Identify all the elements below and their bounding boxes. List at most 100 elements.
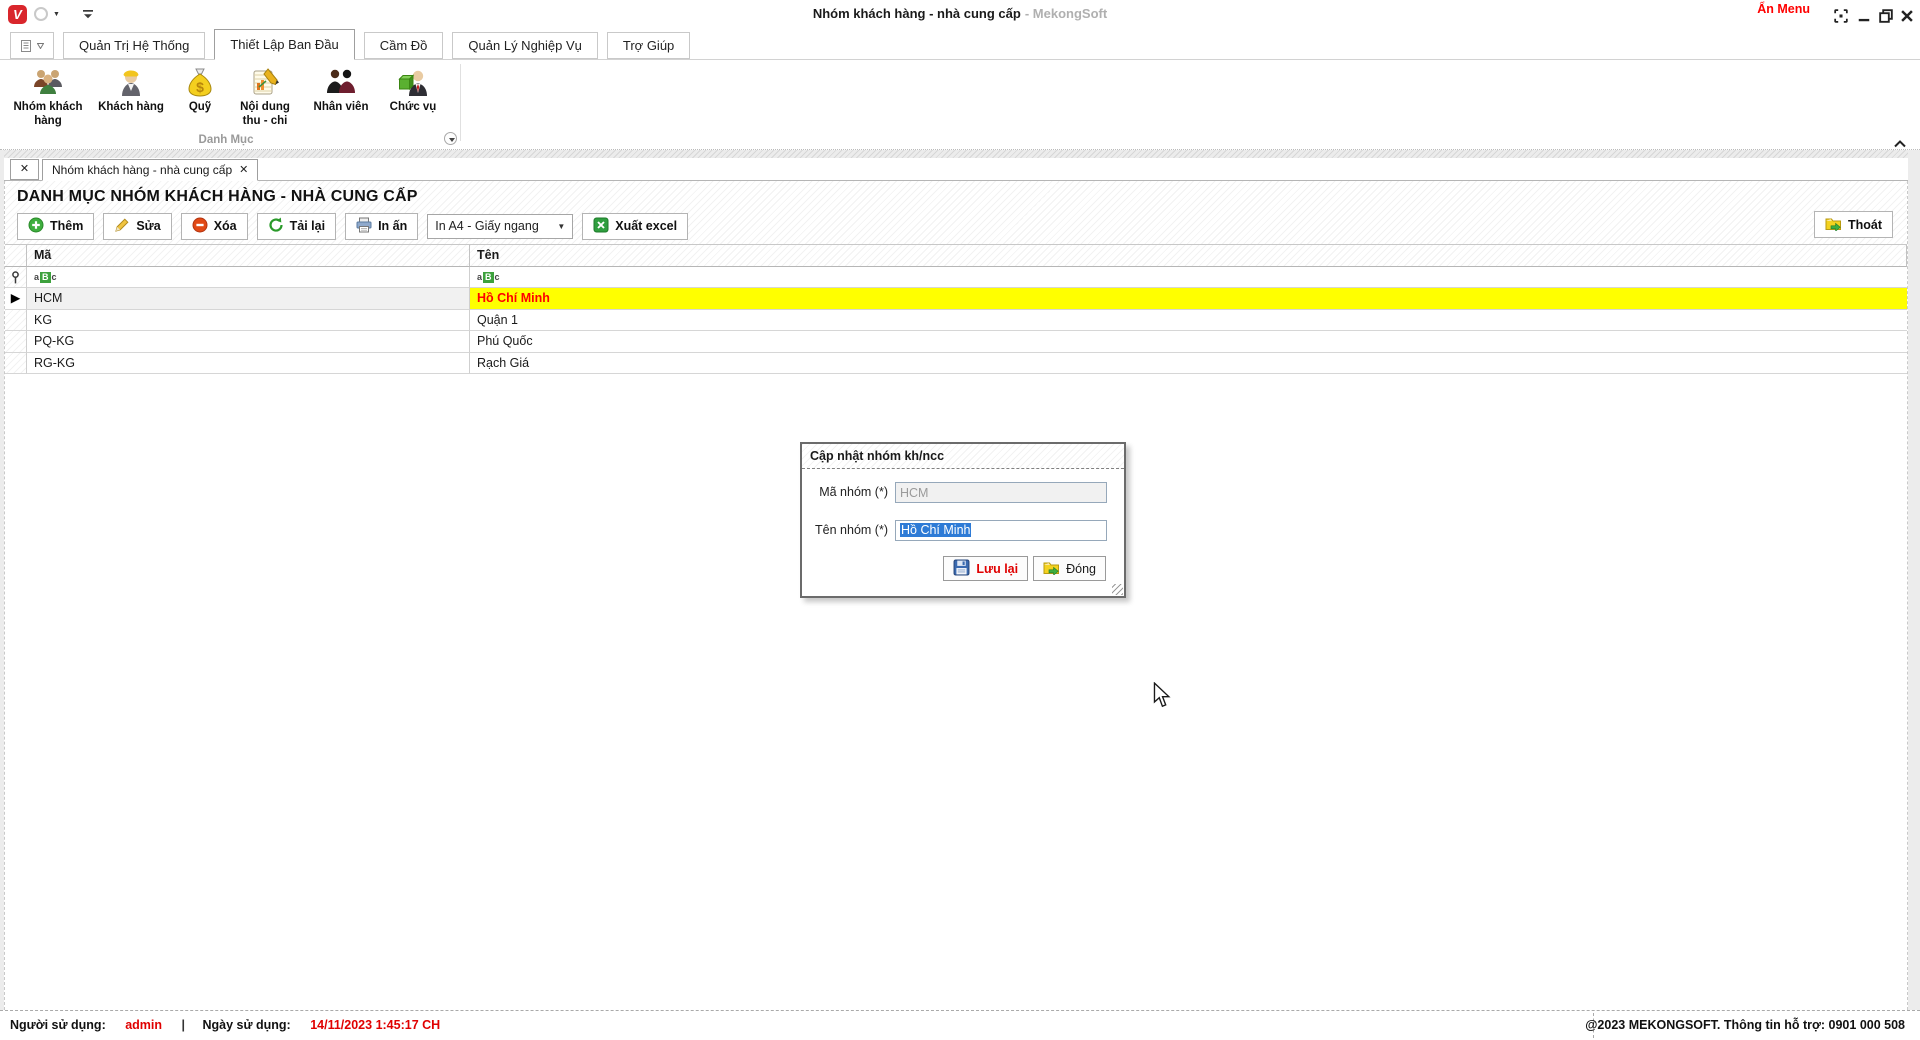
table-row[interactable]: PQ-KG Phú Quốc <box>5 331 1907 353</box>
document-area-top-strip <box>4 150 1908 158</box>
ribbon-item-nhom-khach-hang[interactable]: Nhóm khách hàng <box>6 64 90 130</box>
cell-ten[interactable]: Phú Quốc <box>470 331 1907 353</box>
dialog-title: Cập nhật nhóm kh/ncc <box>802 444 1124 469</box>
staff-icon <box>325 66 357 98</box>
table-row[interactable]: KG Quận 1 <box>5 309 1907 331</box>
customer-icon <box>115 66 147 98</box>
reload-button[interactable]: Tải lại <box>256 212 337 240</box>
folder-arrow-icon <box>1825 216 1842 234</box>
user-label: Người sử dụng: <box>10 1018 106 1032</box>
data-grid: Mã Tên aBc aBc ▶ HCM Hồ Chí Minh KG Quận… <box>5 244 1907 374</box>
ribbon-item-noi-dung-thu-chi[interactable]: Nội dung thu - chi <box>228 64 302 130</box>
ribbon-tab-bar: Quản Trị Hệ Thống Thiết Lập Ban Đầu Cầm … <box>0 28 1920 60</box>
cell-ma[interactable]: HCM <box>27 288 470 310</box>
print-button[interactable]: In ấn <box>345 212 419 240</box>
export-excel-button[interactable]: Xuất excel <box>582 212 689 240</box>
close-icon[interactable]: ✕ <box>20 164 29 175</box>
print-mode-select[interactable]: In A4 - Giấy ngang ▼ <box>427 213 574 239</box>
notepad-icon <box>249 66 281 98</box>
edit-button[interactable]: Sửa <box>103 212 172 240</box>
tab-cam-do[interactable]: Cầm Đồ <box>363 32 444 59</box>
fullscreen-button[interactable] <box>1834 9 1850 25</box>
ribbon-group-label: Danh Mục <box>198 134 254 146</box>
excel-icon <box>593 217 609 236</box>
code-field-label: Mã nhóm (*) <box>819 485 888 499</box>
document-tab-label: Nhóm khách hàng - nhà cung cấp <box>52 163 233 177</box>
printer-icon <box>356 217 372 236</box>
ribbon-item-nhan-vien[interactable]: Nhân viên <box>302 64 380 117</box>
money-bag-icon: $ <box>184 66 216 98</box>
restore-button[interactable] <box>1879 9 1895 25</box>
document-tab-bar: ✕ Nhóm khách hàng - nhà cung cấp ✕ <box>4 158 1908 181</box>
filter-input-ten[interactable]: aBc <box>470 267 1907 288</box>
pencil-icon <box>114 217 130 236</box>
ribbon-group-danh-muc: Nhóm khách hàng Khách hàng $ Quỹ Nội dun… <box>0 60 460 149</box>
ribbon-body: Nhóm khách hàng Khách hàng $ Quỹ Nội dun… <box>0 60 1920 150</box>
minimize-button[interactable] <box>1857 9 1873 25</box>
ribbon-item-chuc-vu[interactable]: Chức vụ <box>380 64 446 117</box>
user-value: admin <box>125 1018 163 1032</box>
copyright-text: @2023 MEKONGSOFT. Thông tin hỗ trợ: 0901… <box>1585 1018 1905 1032</box>
window-title: Nhóm khách hàng - nhà cung cấp - MekongSo… <box>812 6 1108 21</box>
ribbon-collapse-chevron-icon[interactable] <box>1893 138 1907 150</box>
tab-tro-giup[interactable]: Trợ Giúp <box>606 32 691 59</box>
filter-input-ma[interactable]: aBc <box>27 267 470 288</box>
cell-ma[interactable]: RG-KG <box>27 352 470 374</box>
ribbon-menu-button[interactable] <box>10 32 54 59</box>
close-dialog-button[interactable]: Đóng <box>1033 556 1106 581</box>
cell-ma[interactable]: PQ-KG <box>27 331 470 353</box>
selected-text: Hồ Chí Minh <box>900 523 972 537</box>
resize-grip[interactable] <box>1112 584 1123 595</box>
folder-arrow-icon <box>1043 560 1060 578</box>
ribbon-group-collapse-button[interactable] <box>444 132 457 145</box>
cell-ten[interactable]: Rạch Giá <box>470 353 1907 374</box>
grid-header-gutter <box>5 245 27 267</box>
filter-abc-icon: aBc <box>34 272 57 284</box>
plus-icon <box>28 217 44 236</box>
exit-button[interactable]: Thoát <box>1813 211 1893 238</box>
name-field-label: Tên nhóm (*) <box>815 523 888 537</box>
status-bar: Người sử dụng: admin | Ngày sử dụng: 14/… <box>0 1010 1920 1040</box>
cell-ma[interactable]: KG <box>27 309 470 331</box>
close-all-tabs-button[interactable]: ✕ <box>10 159 39 180</box>
hide-menu-button[interactable]: Ẩn Menu <box>1757 2 1810 16</box>
floppy-disk-icon <box>953 559 970 579</box>
tab-thiet-lap-ban-dau[interactable]: Thiết Lập Ban Đầu <box>214 29 355 60</box>
chevron-down-icon: ▼ <box>557 221 566 231</box>
delete-button[interactable]: Xóa <box>180 212 248 240</box>
close-tab-icon[interactable]: ✕ <box>239 164 248 176</box>
row-gutter <box>5 352 27 374</box>
tab-quan-tri-he-thong[interactable]: Quản Trị Hệ Thống <box>63 32 206 59</box>
refresh-icon <box>268 217 284 236</box>
row-gutter <box>5 309 27 331</box>
add-button[interactable]: Thêm <box>17 212 95 240</box>
ribbon-item-quy[interactable]: $ Quỹ <box>172 64 228 117</box>
update-group-dialog: Cập nhật nhóm kh/ncc Mã nhóm (*) Tên nhó… <box>800 442 1126 598</box>
filter-pin-icon[interactable] <box>5 267 27 288</box>
grid-header-row: Mã Tên <box>5 245 1907 267</box>
print-mode-value: In A4 - Giấy ngang <box>435 219 539 233</box>
ribbon-item-khach-hang[interactable]: Khách hàng <box>90 64 172 117</box>
table-row[interactable]: RG-KG Rạch Giá <box>5 352 1907 374</box>
filter-abc-icon: aBc <box>477 272 500 284</box>
grid-filter-row: aBc aBc <box>5 267 1907 288</box>
code-field <box>895 482 1107 503</box>
close-button[interactable] <box>1900 9 1916 25</box>
position-icon <box>397 66 429 98</box>
date-label: Ngày sử dụng: <box>202 1018 291 1032</box>
cell-ten[interactable]: Quận 1 <box>470 310 1907 331</box>
page-title: DANH MỤC NHÓM KHÁCH HÀNG - NHÀ CUNG CẤP <box>17 188 418 205</box>
column-header-ten[interactable]: Tên <box>470 245 1907 267</box>
cell-ten[interactable]: Hồ Chí Minh <box>470 288 1907 310</box>
ribbon-group-separator <box>460 64 461 141</box>
column-header-ma[interactable]: Mã <box>27 245 470 267</box>
title-bar: V ▼ Nhóm khách hàng - nhà cung cấp - Meko… <box>0 0 1920 28</box>
table-row[interactable]: ▶ HCM Hồ Chí Minh <box>5 288 1907 310</box>
svg-text:$: $ <box>196 79 204 95</box>
tab-quan-ly-nghiep-vu[interactable]: Quản Lý Nghiệp Vụ <box>452 32 598 59</box>
toolbar: Thêm Sửa Xóa Tải lại In ấn In A4 - Giấy … <box>5 208 1907 241</box>
row-gutter <box>5 331 27 353</box>
save-button[interactable]: Lưu lại <box>943 556 1029 581</box>
name-field[interactable]: Hồ Chí Minh <box>895 520 1107 541</box>
document-tab-active[interactable]: Nhóm khách hàng - nhà cung cấp ✕ <box>42 159 259 181</box>
